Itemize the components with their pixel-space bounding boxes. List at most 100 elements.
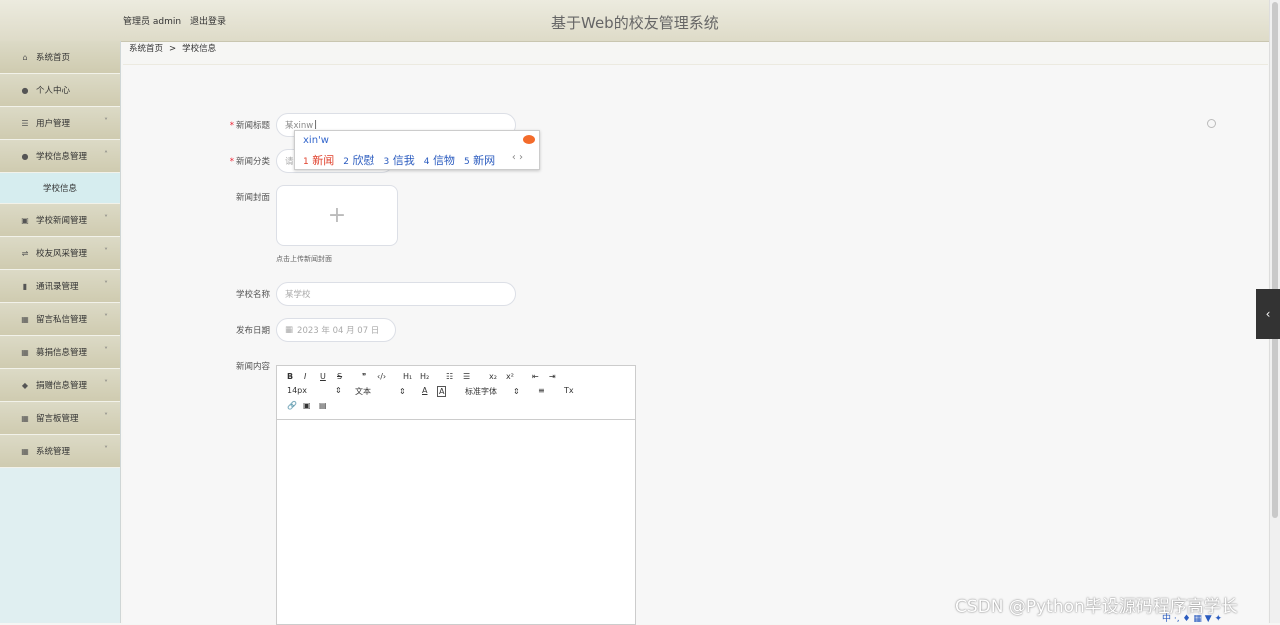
align-button[interactable]: ≡ <box>538 386 545 395</box>
breadcrumb-current: 学校信息 <box>182 44 217 54</box>
plus-icon: + <box>327 203 347 228</box>
grid-icon: ▦ <box>21 446 29 456</box>
user-icon: ● <box>21 85 29 95</box>
ime-toolbar[interactable]: 中 ·, ♦ ▦ ▼ ✦ <box>1162 611 1222 624</box>
sidebar-item[interactable]: ⌂ 系统首页 <box>0 41 120 74</box>
app-title: 基于Web的校友管理系统 <box>551 14 719 32</box>
sidebar-item[interactable]: ▮ 通讯录管理 ˅ <box>0 270 120 303</box>
sidebar-item-label: 留言私信管理 <box>36 315 88 325</box>
rich-text-editor[interactable]: B I U S ❞ ‹/› H₁ H₂ ☷ ☰ x₂ x² ⇤ ⇥ 14px ⇕ … <box>276 365 636 625</box>
font-color-button[interactable]: A <box>422 386 427 395</box>
h2-button[interactable]: H₂ <box>420 372 429 381</box>
bullet-list-button[interactable]: ☰ <box>463 372 470 381</box>
scrollbar-thumb[interactable] <box>1272 2 1278 518</box>
ime-candidates: 1 新闻 2 欣慰 3 信我 4 信物 5 新网 <box>303 152 504 168</box>
video-icon[interactable]: ▤ <box>319 401 327 410</box>
sidebar-item-label: 通讯录管理 <box>36 282 79 292</box>
sidebar-item[interactable]: ● 个人中心 <box>0 74 120 107</box>
sidebar-item-label: 学校信息管理 <box>36 152 88 162</box>
indent-button[interactable]: ⇥ <box>549 372 556 381</box>
superscript-button[interactable]: x² <box>506 372 514 381</box>
sidebar-item-label: 个人中心 <box>36 86 71 96</box>
chevron-down-icon: ˅ <box>104 379 108 388</box>
bar-chart-icon: ▮ <box>22 281 28 291</box>
sidebar-item[interactable]: ▦ 系统管理 ˅ <box>0 435 120 468</box>
header-select[interactable]: 文本 ⇕ <box>355 386 406 397</box>
sidebar-subitem-school-info[interactable]: 学校信息 <box>0 173 120 204</box>
quote-button[interactable]: ❞ <box>362 372 366 381</box>
breadcrumb-separator: > <box>169 44 177 54</box>
grid-icon: ▦ <box>21 314 29 324</box>
thumb-icon: ◆ <box>21 380 29 390</box>
sidebar-item-label: 捐赠信息管理 <box>36 381 88 391</box>
bold-button[interactable]: B <box>287 372 293 381</box>
sidebar-item[interactable]: ● 学校信息管理 ˄ <box>0 140 120 173</box>
chevron-down-icon: ˅ <box>104 247 108 256</box>
sidebar-item-label: 校友风采管理 <box>36 249 88 259</box>
ime-candidate[interactable]: 1 新闻 <box>303 154 334 167</box>
logout-link[interactable]: 退出登录 <box>190 17 226 27</box>
sidebar-item[interactable]: ▣ 学校新闻管理 ˅ <box>0 204 120 237</box>
code-button[interactable]: ‹/› <box>377 372 386 381</box>
sidebar-item-label: 系统管理 <box>36 447 71 457</box>
subscript-button[interactable]: x₂ <box>489 372 497 381</box>
admin-info: 管理员 admin 退出登录 <box>123 14 232 27</box>
chevron-down-icon: ˅ <box>104 117 108 126</box>
school-input[interactable]: 某学校 <box>276 282 516 306</box>
ime-page-nav[interactable]: ‹ › <box>512 152 523 163</box>
sidebar-item[interactable]: ◆ 捐赠信息管理 ˅ <box>0 369 120 402</box>
home-icon: ⌂ <box>22 52 28 62</box>
top-header: 管理员 admin 退出登录 基于Web的校友管理系统 <box>0 0 1270 42</box>
user-icon: ● <box>21 151 29 161</box>
cover-label: 新闻封面 <box>235 193 270 203</box>
list-icon: ☰ <box>21 118 29 128</box>
date-picker[interactable]: ▦ 2023 年 04 月 07 日 <box>276 318 396 342</box>
font-size-select[interactable]: 14px ⇕ <box>287 386 342 395</box>
ordered-list-button[interactable]: ☷ <box>446 372 453 381</box>
sidebar: ⌂ 系统首页 ● 个人中心 ☰ 用户管理 ˅ ● 学校信息管理 ˄ 学校信息 ▣ 学校新闻管理 ˅ ⇌ 校友风… <box>0 41 121 623</box>
ime-candidate[interactable]: 5 新网 <box>464 154 495 167</box>
h1-button[interactable]: H₁ <box>403 372 412 381</box>
ime-candidate[interactable]: 4 信物 <box>424 154 455 167</box>
breadcrumb: 系统首页 > 学校信息 <box>129 42 216 54</box>
sidebar-item[interactable]: ⇌ 校友风采管理 ˅ <box>0 237 120 270</box>
chevron-down-icon: ˅ <box>104 412 108 421</box>
category-label: * 新闻分类 <box>229 157 270 167</box>
clear-format-button[interactable]: Tx <box>564 386 574 395</box>
date-label: 发布日期 <box>235 326 270 336</box>
ime-candidate-popup: xin'w 1 新闻 2 欣慰 3 信我 4 信物 5 新网 ‹ › <box>294 130 540 170</box>
cover-upload[interactable]: + <box>276 185 398 246</box>
font-family-select[interactable]: 标准字体 ⇕ <box>465 386 520 397</box>
image-icon[interactable]: ▣ <box>303 401 311 410</box>
background-color-button[interactable]: A <box>437 386 447 397</box>
breadcrumb-home[interactable]: 系统首页 <box>129 44 163 54</box>
strike-button[interactable]: S <box>337 372 342 381</box>
note-icon: ▣ <box>21 215 29 225</box>
chevron-down-icon: ˅ <box>104 214 108 223</box>
outdent-button[interactable]: ⇤ <box>532 372 539 381</box>
title-label: * 新闻标题 <box>229 121 270 131</box>
clear-icon[interactable] <box>1207 119 1216 128</box>
sidebar-item[interactable]: ▦ 留言板管理 ˅ <box>0 402 120 435</box>
editor-toolbar: B I U S ❞ ‹/› H₁ H₂ ☷ ☰ x₂ x² ⇤ ⇥ 14px ⇕ … <box>277 366 635 420</box>
ime-pinyin: xin'w <box>303 135 329 146</box>
chevron-up-icon: ˄ <box>104 150 108 159</box>
italic-button[interactable]: I <box>304 372 306 381</box>
grid-icon: ▦ <box>21 347 29 357</box>
sliders-icon: ⇌ <box>21 248 29 258</box>
sidebar-item-label: 留言板管理 <box>36 414 79 424</box>
sidebar-item[interactable]: ▦ 留言私信管理 ˅ <box>0 303 120 336</box>
sidebar-item-label: 用户管理 <box>36 119 71 129</box>
link-icon[interactable]: 🔗 <box>287 401 297 410</box>
ime-candidate[interactable]: 3 信我 <box>383 154 414 167</box>
sidebar-item[interactable]: ☰ 用户管理 ˅ <box>0 107 120 140</box>
sidebar-item[interactable]: ▦ 募捐信息管理 ˅ <box>0 336 120 369</box>
chevron-down-icon: ˅ <box>104 313 108 322</box>
underline-button[interactable]: U <box>320 372 326 381</box>
sidebar-item-label: 学校新闻管理 <box>36 216 88 226</box>
collapse-chevron-icon[interactable]: ‹ <box>1256 289 1280 339</box>
grid-icon: ▦ <box>21 413 29 423</box>
ime-candidate[interactable]: 2 欣慰 <box>343 154 374 167</box>
sidebar-item-label: 系统首页 <box>36 53 71 63</box>
school-label: 学校名称 <box>235 290 270 300</box>
